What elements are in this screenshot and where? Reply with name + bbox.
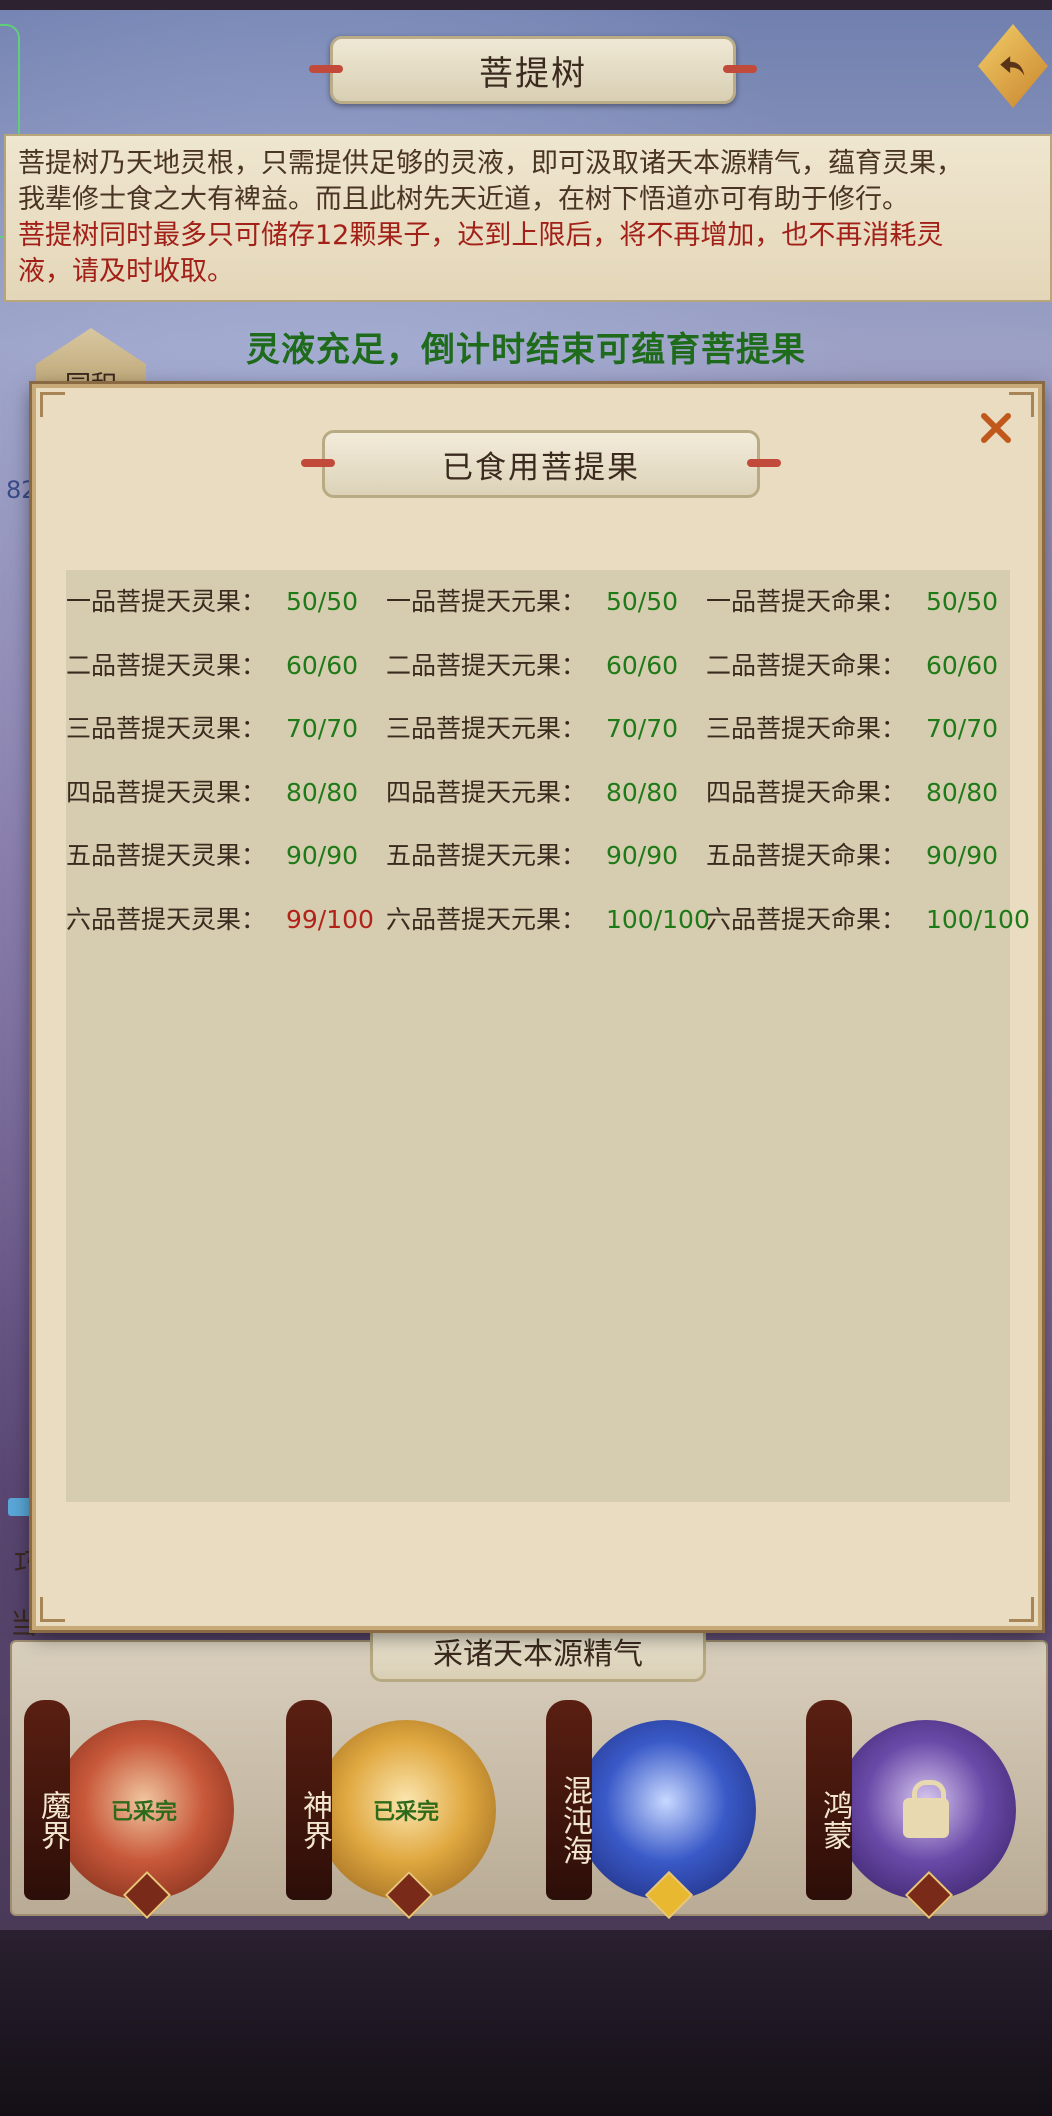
fruit-name: 三品菩提天命果： (706, 714, 907, 743)
fruit-row: 二品菩提天灵果： 60/60 二品菩提天元果： 60/60 二品菩提天命果： 60/60 (66, 646, 1010, 686)
fruit-row: 一品菩提天灵果： 50/50 一品菩提天元果： 50/50 一品菩提天命果： 50/50 (66, 582, 1010, 622)
fruit-count: 90/90 (606, 841, 679, 870)
realm-status: 已采完 (372, 1800, 439, 1825)
fruit-name: 二品菩提天命果： (706, 650, 907, 680)
modal-title: 已食用菩提果 (442, 449, 640, 486)
fruit-name: 二品菩提天元果： (386, 650, 587, 680)
realm-name: 鸿蒙 (806, 1700, 852, 1900)
fruit-count: 80/80 (606, 777, 679, 807)
progress-indicator (8, 1498, 34, 1516)
harvest-title: 采诸天本源精气 (433, 1637, 643, 1672)
fruit-name: 六品菩提天命果： (706, 904, 907, 934)
close-button[interactable] (976, 408, 1016, 448)
fruit-count: 99/100 (286, 904, 374, 934)
fruit-count: 50/50 (926, 587, 999, 616)
fruit-name: 一品菩提天元果： (386, 587, 587, 616)
fruit-count: 100/100 (606, 904, 710, 934)
back-arrow-icon (1000, 56, 1025, 76)
fruit-name: 五品菩提天命果： (706, 841, 907, 870)
lock-icon (903, 1780, 949, 1838)
fruit-count: 60/60 (926, 650, 999, 680)
fruit-name: 四品菩提天元果： (386, 777, 587, 807)
fruit-name: 一品菩提天命果： (706, 587, 907, 616)
fruit-name: 六品菩提天灵果： (66, 904, 267, 934)
fruit-count: 50/50 (606, 587, 679, 616)
realm-name: 混沌海 (546, 1700, 592, 1900)
description-panel: 菩提树乃天地灵根，只需提供足够的灵液，即可汲取诸天本源精气，蕴育灵果， 我辈修士… (4, 134, 1052, 302)
realm-status: 已采完 (110, 1800, 177, 1825)
fruit-count: 90/90 (926, 841, 999, 870)
fruit-count: 100/100 (926, 904, 1030, 934)
description-line: 菩提树乃天地灵根，只需提供足够的灵液，即可汲取诸天本源精气，蕴育灵果， (18, 148, 963, 179)
eaten-fruit-modal: 已食用菩提果 一品菩提天灵果： 50/50 一品菩提天元果： 50/50 一品菩提天命果… (32, 384, 1042, 1630)
fruit-name: 二品菩提天灵果： (66, 650, 267, 680)
realm-hongmeng[interactable]: 鸿蒙 (796, 1700, 1036, 1920)
fruit-count: 50/50 (286, 587, 359, 616)
frame-corner (1009, 1597, 1034, 1622)
frame-corner (40, 1597, 65, 1622)
plaque-pin-left (309, 65, 343, 73)
fruit-name: 四品菩提天命果： (706, 777, 907, 807)
fruit-row: 三品菩提天灵果： 70/70 三品菩提天元果： 70/70 三品菩提天命果： 70/70 (66, 709, 1010, 749)
fruit-count: 80/80 (926, 777, 999, 807)
plaque-pin-right (747, 459, 781, 467)
status-text: 灵液充足，倒计时结束可蕴育菩提果 (246, 330, 806, 370)
fruit-row: 五品菩提天灵果： 90/90 五品菩提天元果： 90/90 五品菩提天命果： 90/90 (66, 836, 1010, 876)
description-warning-line: 菩提树同时最多只可储存12颗果子，达到上限后，将不再增加，也不再消耗灵 (18, 220, 944, 251)
fruit-count: 60/60 (286, 650, 359, 680)
fruit-count: 70/70 (926, 714, 999, 743)
page-title: 菩提树 (479, 53, 587, 94)
fruit-name: 三品菩提天元果： (386, 714, 587, 743)
fruit-name: 六品菩提天元果： (386, 904, 587, 934)
fruit-table: 一品菩提天灵果： 50/50 一品菩提天元果： 50/50 一品菩提天命果： 50/50 二… (66, 570, 1030, 1502)
realm-shenjie[interactable]: 已采完 神界 (276, 1700, 516, 1920)
description-warning-line: 液，请及时收取。 (18, 256, 234, 287)
close-icon (981, 413, 1011, 443)
plaque-pin-right (723, 65, 757, 73)
description-line: 我辈修士食之大有裨益。而且此树先天近道，在树下悟道亦可有助于修行。 (18, 184, 909, 215)
fruit-name: 一品菩提天灵果： (66, 587, 267, 616)
modal-title-plaque: 已食用菩提果 (301, 430, 781, 498)
fruit-name: 三品菩提天灵果： (66, 714, 267, 743)
realm-mojie[interactable]: 已采完 魔界 (14, 1700, 254, 1920)
fruit-name: 五品菩提天灵果： (66, 841, 267, 870)
frame-corner (40, 392, 65, 417)
fruit-count: 70/70 (606, 714, 679, 743)
plaque-pin-left (301, 459, 335, 467)
fruit-count: 80/80 (286, 777, 359, 807)
realm-name: 魔界 (24, 1700, 70, 1900)
fruit-row: 六品菩提天灵果： 99/100 六品菩提天元果： 100/100 六品菩提天命果： 100… (66, 900, 1030, 940)
fruit-count: 90/90 (286, 841, 359, 870)
fruit-row: 四品菩提天灵果： 80/80 四品菩提天元果： 80/80 四品菩提天命果： 80/80 (66, 773, 1010, 813)
fruit-count: 70/70 (286, 714, 359, 743)
fruit-name: 五品菩提天元果： (386, 841, 587, 870)
top-status-strip (0, 0, 1052, 10)
realm-name: 神界 (286, 1700, 332, 1900)
page-title-plaque: 菩提树 (309, 36, 757, 104)
fruit-count: 60/60 (606, 650, 679, 680)
realm-hundunhai[interactable]: 混沌海 (536, 1700, 776, 1920)
fruit-name: 四品菩提天灵果： (66, 777, 267, 807)
bottom-area (0, 1930, 1052, 2116)
